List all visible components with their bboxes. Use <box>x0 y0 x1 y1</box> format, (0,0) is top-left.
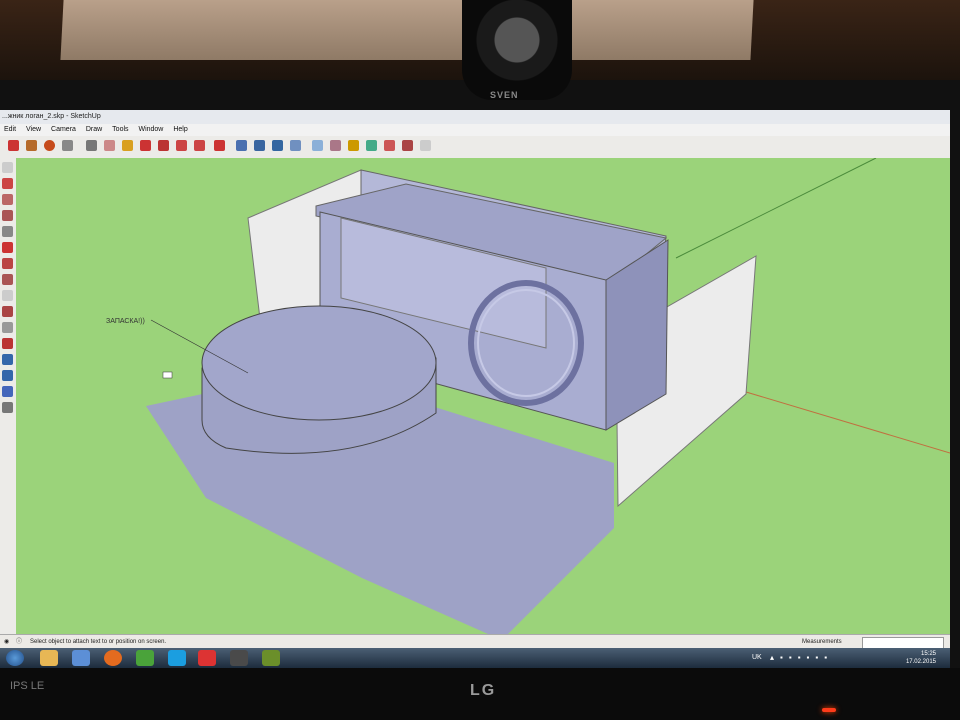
monitor-brand: LG <box>470 682 497 699</box>
3d-viewport[interactable] <box>16 157 950 634</box>
make-component-icon[interactable] <box>2 178 13 189</box>
dimension-icon[interactable] <box>2 258 13 269</box>
move-icon[interactable] <box>158 140 169 151</box>
webcam-brand: SVEN <box>490 90 519 100</box>
menu-window[interactable]: Window <box>134 124 167 136</box>
menu-tools[interactable]: Tools <box>108 124 132 136</box>
zoom-window-icon[interactable] <box>2 386 13 397</box>
explorer-icon[interactable] <box>40 650 58 666</box>
polygon-icon[interactable] <box>2 226 13 237</box>
info-icon: ⓘ <box>16 639 23 645</box>
look-around-icon[interactable] <box>2 354 13 365</box>
sketchup-icon[interactable] <box>198 650 216 666</box>
menu-help[interactable]: Help <box>169 124 191 136</box>
green-axis <box>675 157 877 259</box>
left-toolbar <box>0 158 16 638</box>
zoom-icon[interactable] <box>272 140 283 151</box>
monitor-badge: IPS LE <box>10 680 45 692</box>
view-right-icon[interactable] <box>366 140 377 151</box>
paint-bucket-icon[interactable] <box>122 140 133 151</box>
section-plane-icon[interactable] <box>420 140 431 151</box>
menu-camera[interactable]: Camera <box>47 124 80 136</box>
power-led <box>822 708 836 712</box>
language-indicator[interactable]: UK <box>752 654 762 661</box>
status-bar: ◉ ⓘ Select object to attach text to or p… <box>0 634 950 649</box>
scale-icon[interactable] <box>214 140 225 151</box>
offset-icon[interactable] <box>2 242 13 253</box>
previous-view-icon[interactable] <box>2 402 13 413</box>
pencil-icon[interactable] <box>8 140 19 151</box>
select-icon[interactable] <box>2 162 13 173</box>
menubar: Edit View Camera Draw Tools Window Help <box>0 124 950 136</box>
axes-icon[interactable] <box>2 306 13 317</box>
menu-view[interactable]: View <box>22 124 45 136</box>
line-icon[interactable] <box>2 194 13 205</box>
arc-icon[interactable] <box>62 140 73 151</box>
position-camera-icon[interactable] <box>2 370 13 381</box>
geo-icon: ◉ <box>4 639 10 645</box>
3d-text-icon[interactable] <box>2 322 13 333</box>
view-back-icon[interactable] <box>384 140 395 151</box>
red-axis <box>715 382 950 454</box>
follow-me-icon[interactable] <box>194 140 205 151</box>
annotation-label[interactable]: ЗАПАСКА!)) <box>106 318 145 325</box>
walk-icon[interactable] <box>2 338 13 349</box>
pan-icon[interactable] <box>254 140 265 151</box>
utorrent-icon[interactable] <box>136 650 154 666</box>
skype-icon[interactable] <box>168 650 186 666</box>
start-button-icon[interactable] <box>6 650 24 666</box>
orbit-icon[interactable] <box>236 140 247 151</box>
status-hint: Select object to attach text to or posit… <box>30 639 167 645</box>
clock-time: 15:25 <box>920 651 936 657</box>
spare-tire-top <box>201 305 437 421</box>
media-icon[interactable] <box>72 650 90 666</box>
view-iso-icon[interactable] <box>312 140 323 151</box>
text-cursor-icon <box>162 371 173 379</box>
webcam <box>462 0 572 100</box>
text-icon[interactable] <box>2 290 13 301</box>
view-front-icon[interactable] <box>348 140 359 151</box>
push-pull-icon[interactable] <box>140 140 151 151</box>
tray-icons[interactable]: ▴▪▪▪▪▪▪ <box>770 653 870 663</box>
app-icon[interactable] <box>262 650 280 666</box>
measurements-label: Measurements <box>802 639 842 645</box>
freehand-icon[interactable] <box>2 210 13 221</box>
window-title: ...жник логан_2.skp - SketchUp <box>0 110 950 124</box>
rectangle-icon[interactable] <box>26 140 37 151</box>
background-paper <box>60 0 754 60</box>
firefox-icon[interactable] <box>104 650 122 666</box>
windows-taskbar: UK ▴▪▪▪▪▪▪ 15:25 17.02.2015 <box>0 648 950 668</box>
app-window-icon[interactable] <box>230 650 248 666</box>
eraser-icon[interactable] <box>86 140 97 151</box>
circle-icon[interactable] <box>44 140 55 151</box>
model-canvas <box>146 157 950 634</box>
view-top-icon[interactable] <box>330 140 341 151</box>
menu-draw[interactable]: Draw <box>82 124 106 136</box>
screen: ...жник логан_2.skp - SketchUp Edit View… <box>0 110 950 668</box>
rotate-icon[interactable] <box>176 140 187 151</box>
protractor-icon[interactable] <box>2 274 13 285</box>
view-left-icon[interactable] <box>402 140 413 151</box>
menu-edit[interactable]: Edit <box>0 124 20 136</box>
taskbar-clock[interactable]: 15:25 17.02.2015 <box>906 650 936 666</box>
toolbar <box>0 136 950 159</box>
clock-date: 17.02.2015 <box>905 659 936 665</box>
tape-measure-icon[interactable] <box>104 140 115 151</box>
zoom-extents-icon[interactable] <box>290 140 301 151</box>
